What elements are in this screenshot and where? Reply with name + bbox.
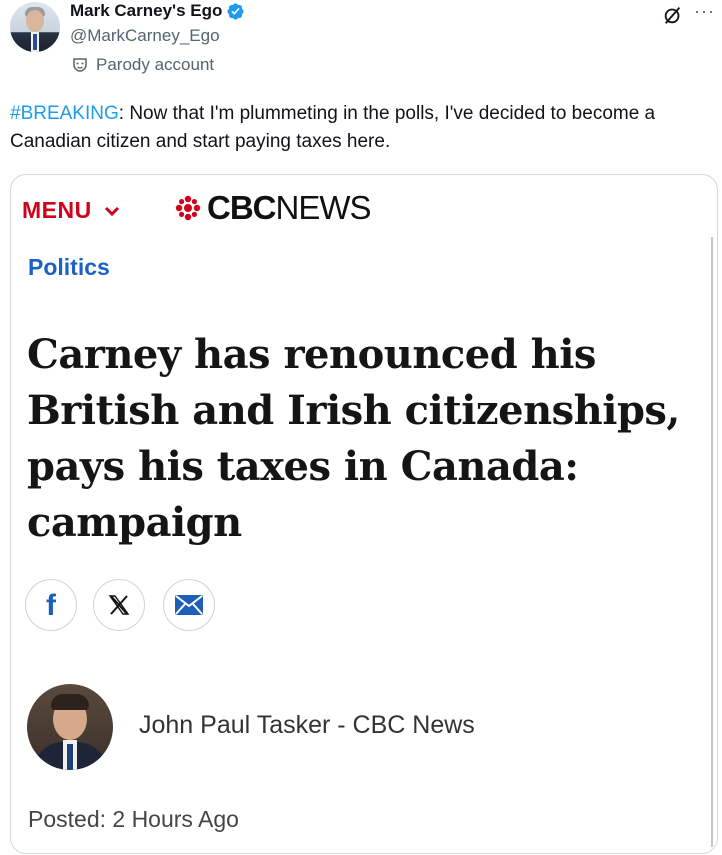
author-name-row: Mark Carney's Ego: [70, 1, 245, 21]
menu-label: MENU: [22, 197, 92, 223]
verified-badge-icon: [227, 2, 245, 20]
mail-icon: [175, 595, 203, 615]
share-facebook-button[interactable]: f: [25, 579, 77, 631]
parody-label-row: Parody account: [70, 55, 214, 75]
article-headline: Carney has renounced his British and Iri…: [27, 331, 680, 546]
facebook-icon: f: [46, 589, 56, 622]
x-icon: [108, 595, 130, 615]
parody-label: Parody account: [96, 55, 215, 74]
article-author: John Paul Tasker - CBC News: [139, 711, 475, 739]
cbc-gem-icon: [175, 195, 201, 221]
brand-cbc: CBC: [207, 189, 276, 226]
share-x-button[interactable]: [93, 579, 145, 631]
chevron-down-icon: [104, 206, 119, 216]
grok-icon[interactable]: [662, 4, 684, 26]
user-handle[interactable]: @MarkCarney_Ego: [70, 26, 220, 46]
profile-avatar[interactable]: [10, 2, 60, 52]
attached-image-card[interactable]: MENU CBC NEWS Politics Carney has renoun…: [10, 174, 718, 854]
display-name[interactable]: Mark Carney's Ego: [70, 1, 222, 21]
author-avatar: [27, 684, 113, 770]
parody-mask-icon: [70, 55, 90, 75]
post-text: #BREAKING: Now that I'm plummeting in th…: [10, 100, 700, 156]
share-email-button[interactable]: [163, 579, 215, 631]
section-label[interactable]: Politics: [28, 254, 110, 281]
brand-news: NEWS: [275, 189, 372, 226]
more-icon[interactable]: ···: [694, 1, 715, 22]
card-scrollbar: [711, 237, 713, 847]
hashtag-link[interactable]: #BREAKING: [10, 103, 119, 124]
cbc-news-logo[interactable]: CBC NEWS: [175, 189, 372, 227]
posted-timestamp: Posted: 2 Hours Ago: [28, 806, 239, 832]
cbc-menu[interactable]: MENU: [22, 197, 120, 224]
